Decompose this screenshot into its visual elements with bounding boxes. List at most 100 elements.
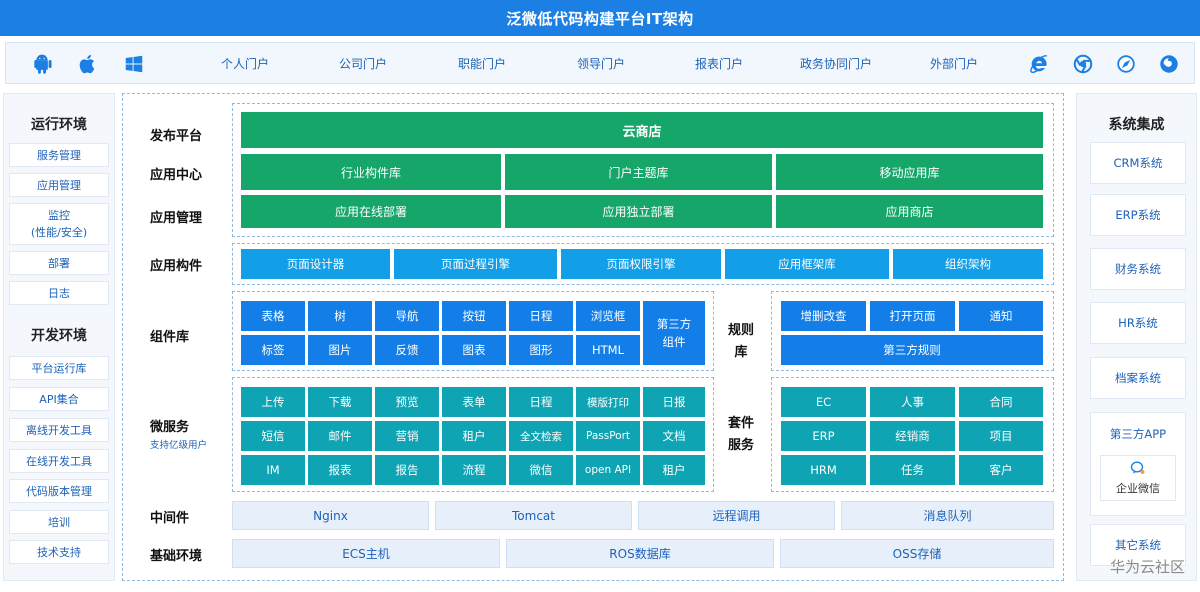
safari-icon[interactable] xyxy=(1115,53,1137,75)
suite-hrm[interactable]: HRM xyxy=(781,455,866,485)
rule-open-page[interactable]: 打开页面 xyxy=(870,301,955,331)
ms-document[interactable]: 文档 xyxy=(643,421,705,451)
dev-item-support[interactable]: 技术支持 xyxy=(9,540,109,564)
dev-item-training[interactable]: 培训 xyxy=(9,510,109,534)
portal-function[interactable]: 职能门户 xyxy=(427,53,537,73)
ms-tenant[interactable]: 租户 xyxy=(442,421,506,451)
ms-schedule[interactable]: 日程 xyxy=(509,387,573,417)
component-chart[interactable]: 图表 xyxy=(442,335,506,365)
ms-mail[interactable]: 邮件 xyxy=(308,421,372,451)
ms-open-api[interactable]: open API xyxy=(576,455,640,485)
ms-fulltext-search[interactable]: 全文检索 xyxy=(509,421,573,451)
suite-line2: 服务 xyxy=(727,438,754,453)
ms-workflow[interactable]: 流程 xyxy=(442,455,506,485)
middleware-rpc[interactable]: 远程调用 xyxy=(638,501,835,530)
windows-icon[interactable] xyxy=(123,53,145,75)
portal-personal[interactable]: 个人门户 xyxy=(190,53,300,73)
portal-leader[interactable]: 领导门户 xyxy=(546,53,656,73)
rule-third-party[interactable]: 第三方规则 xyxy=(781,335,1043,365)
app-manage-standalone-deploy[interactable]: 应用独立部署 xyxy=(505,195,772,228)
rule-crud[interactable]: 增删改查 xyxy=(781,301,866,331)
component-third-party[interactable]: 第三方 组件 xyxy=(643,301,705,365)
dev-item-offline-tool[interactable]: 离线开发工具 xyxy=(9,418,109,442)
portal-company[interactable]: 公司门户 xyxy=(308,53,418,73)
component-browse-box[interactable]: 浏览框 xyxy=(576,301,640,331)
ms-brief[interactable]: 报告 xyxy=(375,455,439,485)
component-permission-engine[interactable]: 页面权限引擎 xyxy=(561,249,721,279)
ie-icon[interactable] xyxy=(1028,53,1050,75)
infra-oss[interactable]: OSS存储 xyxy=(780,539,1054,568)
component-table[interactable]: 表格 xyxy=(241,301,305,331)
component-image[interactable]: 图片 xyxy=(308,335,372,365)
ms-sms[interactable]: 短信 xyxy=(241,421,305,451)
ms-marketing[interactable]: 营销 xyxy=(375,421,439,451)
suite-dealer[interactable]: 经销商 xyxy=(870,421,955,451)
integration-hr[interactable]: HR系统 xyxy=(1090,302,1186,344)
portal-external[interactable]: 外部门户 xyxy=(899,53,1009,73)
cloud-store-block[interactable]: 云商店 xyxy=(241,112,1043,148)
integration-archive[interactable]: 档案系统 xyxy=(1090,357,1186,399)
suite-contract[interactable]: 合同 xyxy=(959,387,1043,417)
ms-preview[interactable]: 预览 xyxy=(375,387,439,417)
suite-hr[interactable]: 人事 xyxy=(870,387,955,417)
component-framework-lib[interactable]: 应用框架库 xyxy=(725,249,889,279)
dev-item-online-tool[interactable]: 在线开发工具 xyxy=(9,449,109,473)
ms-form[interactable]: 表单 xyxy=(442,387,506,417)
firefox-icon[interactable] xyxy=(1158,53,1180,75)
component-html[interactable]: HTML xyxy=(576,335,640,365)
ms-tenant-2[interactable]: 租户 xyxy=(643,455,705,485)
component-nav[interactable]: 导航 xyxy=(375,301,439,331)
dev-item-api[interactable]: API集合 xyxy=(9,387,109,411)
component-graphic[interactable]: 图形 xyxy=(509,335,573,365)
dev-item-runtime-lib[interactable]: 平台运行库 xyxy=(9,356,109,380)
dev-title: 开发环境 xyxy=(31,328,87,344)
runtime-item-service[interactable]: 服务管理 xyxy=(9,143,109,167)
suite-ec[interactable]: EC xyxy=(781,387,866,417)
suite-erp[interactable]: ERP xyxy=(781,421,866,451)
runtime-item-monitor[interactable]: 监控 (性能/安全) xyxy=(9,203,109,245)
ms-daily-report[interactable]: 日报 xyxy=(643,387,705,417)
runtime-item-app[interactable]: 应用管理 xyxy=(9,173,109,197)
component-schedule[interactable]: 日程 xyxy=(509,301,573,331)
integration-finance[interactable]: 财务系统 xyxy=(1090,248,1186,290)
runtime-item-log[interactable]: 日志 xyxy=(9,281,109,305)
app-manage-store[interactable]: 应用商店 xyxy=(776,195,1043,228)
infra-ecs[interactable]: ECS主机 xyxy=(232,539,500,568)
apple-icon[interactable] xyxy=(77,53,99,75)
app-manage-online-deploy[interactable]: 应用在线部署 xyxy=(241,195,501,228)
portal-report[interactable]: 报表门户 xyxy=(664,53,774,73)
ms-upload[interactable]: 上传 xyxy=(241,387,305,417)
integration-crm[interactable]: CRM系统 xyxy=(1090,142,1186,184)
middleware-mq[interactable]: 消息队列 xyxy=(841,501,1054,530)
third-party-app-label: 第三方APP xyxy=(1109,427,1167,441)
ms-report[interactable]: 报表 xyxy=(308,455,372,485)
component-process-engine[interactable]: 页面过程引擎 xyxy=(394,249,557,279)
middleware-nginx[interactable]: Nginx xyxy=(232,501,429,530)
ms-wechat[interactable]: 微信 xyxy=(509,455,573,485)
ms-passport[interactable]: PassPort xyxy=(576,421,640,451)
infra-ros[interactable]: ROS数据库 xyxy=(506,539,774,568)
chrome-icon[interactable] xyxy=(1072,53,1094,75)
ms-template-print[interactable]: 模版打印 xyxy=(576,387,640,417)
ms-download[interactable]: 下载 xyxy=(308,387,372,417)
dev-item-version[interactable]: 代码版本管理 xyxy=(9,479,109,503)
component-feedback[interactable]: 反馈 xyxy=(375,335,439,365)
middleware-tomcat[interactable]: Tomcat xyxy=(435,501,632,530)
component-org-structure[interactable]: 组织架构 xyxy=(893,249,1043,279)
app-center-mobile[interactable]: 移动应用库 xyxy=(776,154,1043,190)
ms-im[interactable]: IM xyxy=(241,455,305,485)
component-tag[interactable]: 标签 xyxy=(241,335,305,365)
suite-customer[interactable]: 客户 xyxy=(959,455,1043,485)
portal-government[interactable]: 政务协同门户 xyxy=(781,53,891,73)
rule-notify[interactable]: 通知 xyxy=(959,301,1043,331)
suite-project[interactable]: 项目 xyxy=(959,421,1043,451)
app-center-industry[interactable]: 行业构件库 xyxy=(241,154,501,190)
app-center-portal-theme[interactable]: 门户主题库 xyxy=(505,154,772,190)
component-button[interactable]: 按钮 xyxy=(442,301,506,331)
suite-task[interactable]: 任务 xyxy=(870,455,955,485)
android-icon[interactable] xyxy=(31,53,53,75)
component-page-designer[interactable]: 页面设计器 xyxy=(241,249,390,279)
integration-erp[interactable]: ERP系统 xyxy=(1090,194,1186,236)
component-tree[interactable]: 树 xyxy=(308,301,372,331)
runtime-item-deploy[interactable]: 部署 xyxy=(9,251,109,275)
